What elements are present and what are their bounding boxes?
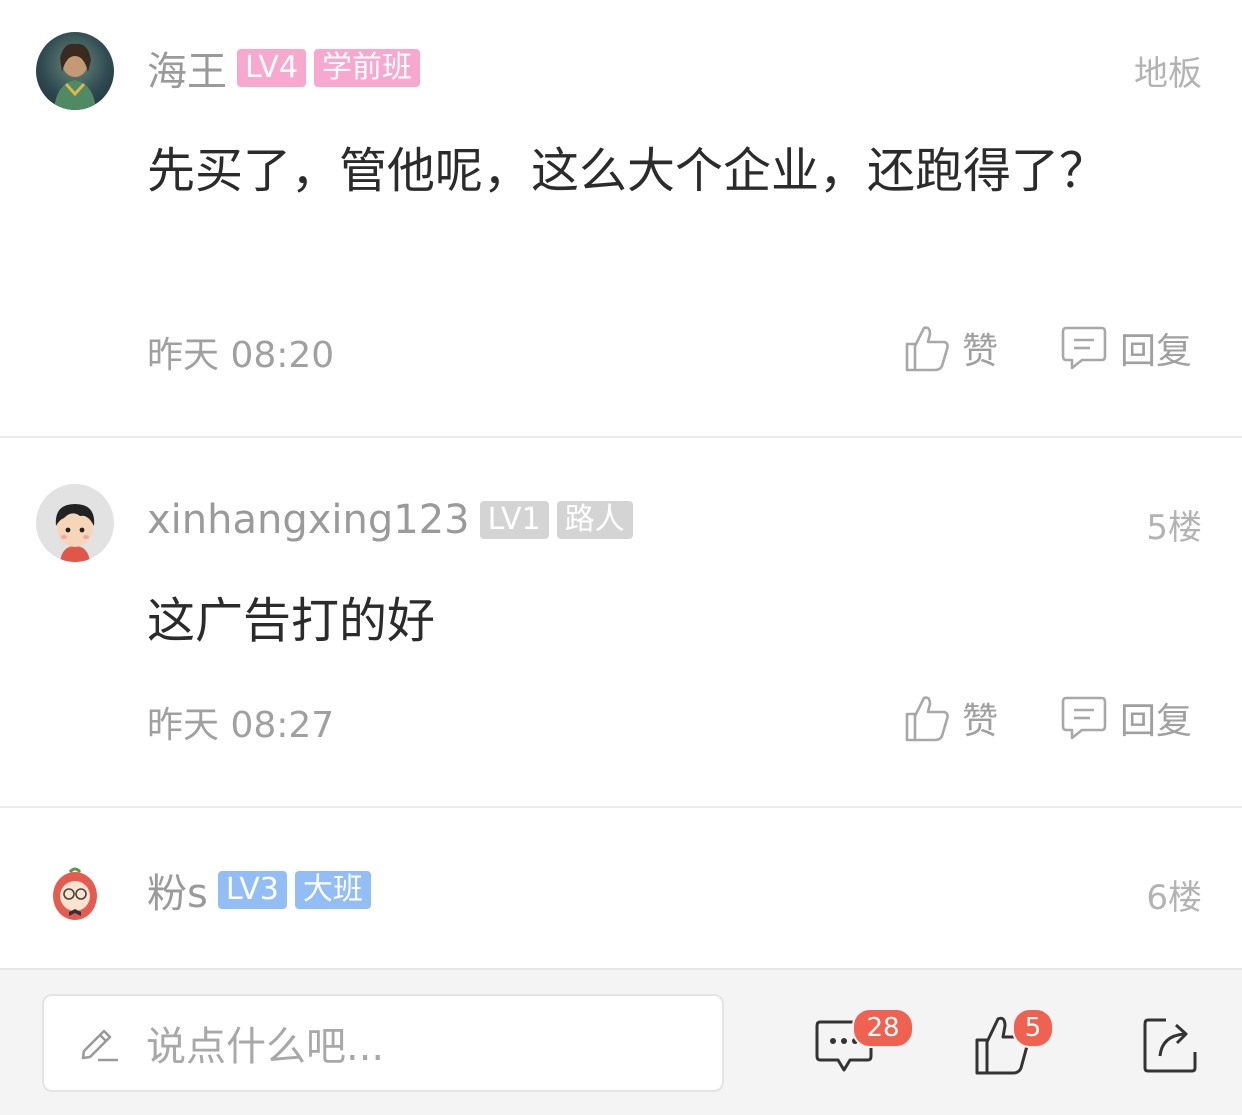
like-label: 赞 — [962, 331, 999, 372]
input-placeholder: 说点什么吧... — [146, 1024, 385, 1070]
bottom-bar: 说点什么吧... 28 5 — [0, 968, 1242, 1115]
reply-label: 回复 — [1120, 331, 1193, 372]
comment-icon — [1061, 696, 1107, 740]
avatar[interactable] — [36, 32, 114, 110]
comment-item: xinhangxing123 LV1 路人 5楼 这广告打的好 昨天 08:27… — [0, 438, 1242, 806]
thumbs-up-icon — [905, 326, 949, 372]
timestamp: 昨天 08:27 — [147, 705, 335, 746]
username[interactable]: xinhangxing123 — [147, 497, 470, 543]
like-label: 赞 — [962, 701, 999, 742]
thumbs-up-icon — [905, 696, 949, 742]
pencil-icon — [81, 1029, 118, 1062]
comment-text: 先买了，管他呢，这么大个企业，还跑得了？ — [147, 143, 1108, 199]
avatar[interactable] — [36, 484, 114, 562]
level-badge: LV3 — [217, 871, 287, 909]
reply-button[interactable]: 回复 — [1060, 322, 1192, 374]
share-icon — [1143, 1018, 1197, 1073]
comment-input[interactable]: 说点什么吧... — [42, 994, 724, 1092]
avatar[interactable] — [36, 854, 114, 932]
like-count-badge: 5 — [1012, 1008, 1054, 1048]
level-badge: LV4 — [237, 49, 307, 87]
user-info: 海王 LV4 学前班 — [147, 46, 428, 95]
comment-item: 海王 LV4 学前班 地板 先买了，管他呢，这么大个企业，还跑得了？ 昨天 08… — [0, 0, 1242, 436]
comment-text: 这广告打的好 — [147, 593, 436, 649]
rank-badge: 大班 — [294, 871, 371, 909]
reply-button[interactable]: 回复 — [1060, 692, 1192, 744]
rank-badge: 学前班 — [314, 49, 421, 87]
level-badge: LV1 — [479, 501, 549, 539]
username[interactable]: 海王 — [147, 39, 227, 97]
like-button[interactable]: 赞 — [904, 322, 998, 374]
reply-label: 回复 — [1120, 701, 1193, 742]
floor-label: 5楼 — [1146, 508, 1202, 548]
floor-label: 地板 — [1134, 54, 1202, 94]
comment-count-badge: 28 — [852, 1008, 914, 1048]
username[interactable]: 粉s — [147, 861, 208, 919]
user-info: xinhangxing123 LV1 路人 — [147, 497, 641, 543]
rank-badge: 路人 — [556, 501, 633, 539]
comment-icon — [1061, 326, 1107, 370]
floor-label: 6楼 — [1146, 878, 1202, 918]
like-button[interactable]: 赞 — [904, 692, 998, 744]
comment-item: 粉s LV3 大班 6楼 — [0, 808, 1242, 968]
share-button[interactable] — [1142, 1016, 1200, 1074]
user-info: 粉s LV3 大班 — [147, 868, 379, 917]
timestamp: 昨天 08:20 — [147, 335, 335, 376]
